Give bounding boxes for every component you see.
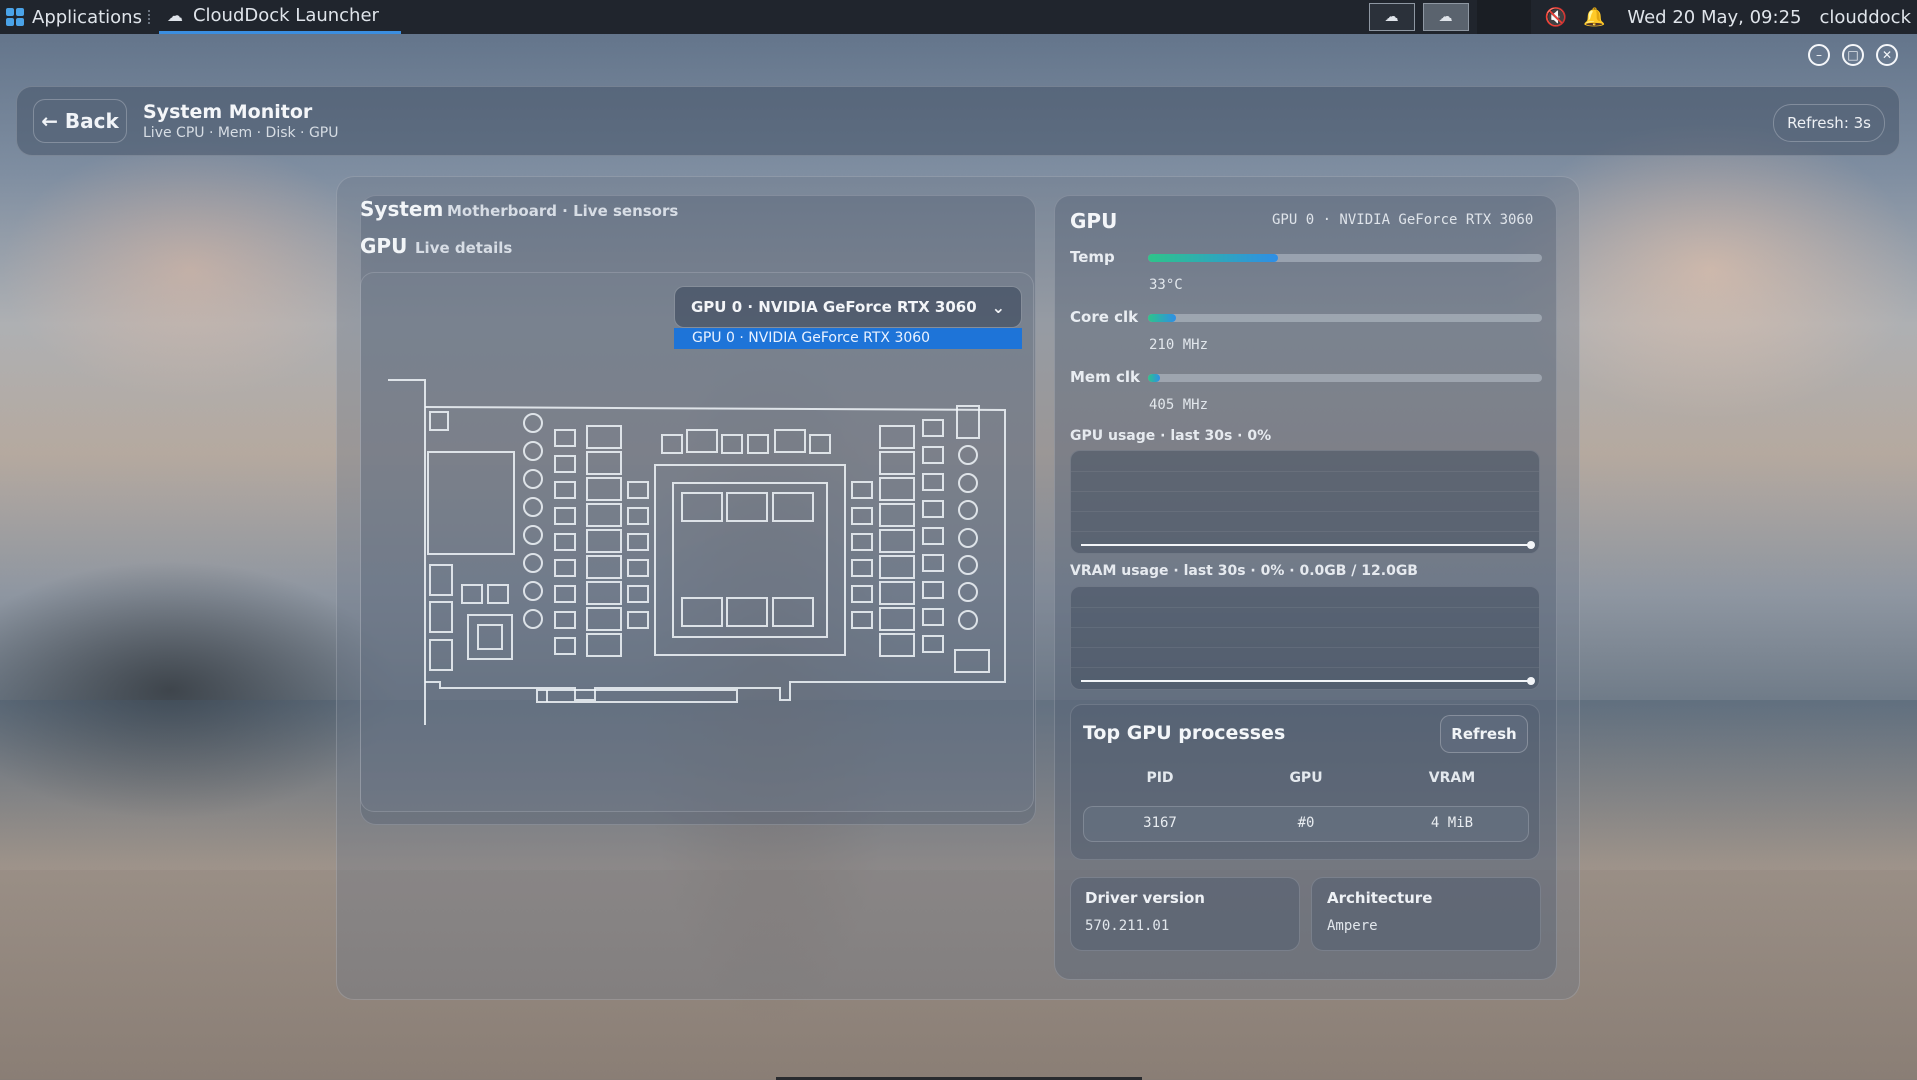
gpu-select[interactable]: GPU 0 · NVIDIA GeForce RTX 3060 ⌄ [674, 286, 1022, 328]
task-label: CloudDock Launcher [192, 5, 379, 26]
username[interactable]: clouddock [1819, 7, 1911, 28]
metric-label-core-clk: Core clk [1070, 308, 1139, 326]
driver-version-value: 570.211.01 [1085, 918, 1170, 934]
metric-label-temp: Temp [1070, 248, 1115, 266]
chart-gridline [1071, 491, 1539, 492]
clock[interactable]: Wed 20 May, 09:25 [1627, 7, 1801, 28]
gpu-processes-title: Top GPU processes [1083, 722, 1286, 744]
core-clk-bar-fill [1148, 314, 1176, 322]
chart-gridline [1071, 471, 1539, 472]
system-title: System [360, 197, 444, 221]
column-header-pid: PID [1146, 770, 1174, 786]
chart-gridline [1071, 667, 1539, 668]
processes-refresh-button[interactable]: Refresh [1440, 715, 1528, 753]
process-pid: 3167 [1143, 815, 1177, 831]
gpu-usage-label: GPU usage · last 30s · 0% [1070, 428, 1272, 444]
task-clouddock-launcher[interactable]: ☁ CloudDock Launcher [158, 0, 401, 34]
architecture-label: Architecture [1327, 889, 1433, 907]
metric-value-mem-clk: 405 MHz [1149, 397, 1209, 413]
graphics-card-diagram [388, 379, 1006, 725]
mem-clk-bar-fill [1148, 374, 1160, 382]
gpu-section-subtitle: Live details [415, 239, 513, 257]
back-button[interactable]: ← Back [33, 99, 127, 143]
close-icon[interactable]: ✕ [1876, 44, 1898, 66]
taskbar-tray: ☁ ☁ 🔇 🔔 Wed 20 May, 09:25 clouddock [1368, 0, 1917, 34]
vram-usage-chart [1070, 586, 1540, 690]
background-glow [0, 140, 380, 400]
mem-clk-bar [1148, 374, 1542, 382]
column-header-gpu: GPU [1289, 770, 1323, 786]
workspace-button-1[interactable]: ☁ [1368, 3, 1415, 31]
mute-icon[interactable]: 🔇 [1545, 7, 1567, 28]
taskbar: Applications ☁ CloudDock Launcher ☁ ☁ 🔇 … [0, 0, 1917, 34]
process-vram: 4 MiB [1430, 815, 1474, 831]
temp-bar [1148, 254, 1542, 262]
app-header: ← Back System Monitor Live CPU · Mem · D… [16, 86, 1900, 156]
metric-label-mem-clk: Mem clk [1070, 368, 1140, 386]
gpu-usage-line [1081, 544, 1531, 546]
applications-menu[interactable]: Applications [0, 0, 142, 34]
chart-gridline [1071, 531, 1539, 532]
refresh-interval-button[interactable]: Refresh: 3s [1773, 104, 1885, 142]
taskbar-spacer [1476, 0, 1531, 34]
process-gpu: #0 [1297, 815, 1315, 831]
chart-gridline [1071, 627, 1539, 628]
applications-label: Applications [32, 6, 142, 28]
driver-version-label: Driver version [1085, 889, 1205, 907]
bell-icon[interactable]: 🔔 [1583, 7, 1605, 28]
vram-usage-point [1527, 677, 1535, 685]
page-title: System Monitor [143, 101, 313, 123]
window-controls: – □ ✕ [1796, 44, 1898, 66]
vram-usage-label: VRAM usage · last 30s · 0% · 0.0GB / 12.… [1070, 563, 1418, 579]
gpu-usage-chart [1070, 450, 1540, 554]
maximize-icon[interactable]: □ [1842, 44, 1864, 66]
cloud-icon: ☁ [166, 6, 183, 25]
temp-bar-fill [1148, 254, 1279, 262]
gpu-section-title: GPU [360, 234, 408, 258]
core-clk-bar [1148, 314, 1542, 322]
architecture-value: Ampere [1327, 918, 1378, 934]
chart-gridline [1071, 647, 1539, 648]
gpu-title: GPU [1070, 209, 1118, 233]
grid-icon [6, 8, 24, 26]
gpu-select-value: GPU 0 · NVIDIA GeForce RTX 3060 [691, 298, 977, 316]
page-subtitle: Live CPU · Mem · Disk · GPU [143, 125, 339, 141]
metric-value-core-clk: 210 MHz [1149, 337, 1209, 353]
chart-gridline [1071, 607, 1539, 608]
metric-value-temp: 33°C [1149, 277, 1183, 293]
gpu-model: GPU 0 · NVIDIA GeForce RTX 3060 [1272, 212, 1534, 228]
vram-usage-line [1081, 680, 1531, 682]
system-subtitle: Motherboard · Live sensors [447, 202, 679, 220]
workspace-button-2[interactable]: ☁ [1422, 3, 1469, 31]
taskbar-separator [147, 10, 153, 24]
chart-gridline [1071, 511, 1539, 512]
gpu-select-option[interactable]: GPU 0 · NVIDIA GeForce RTX 3060 [674, 328, 1022, 349]
column-header-vram: VRAM [1428, 770, 1476, 786]
chevron-down-icon: ⌄ [991, 297, 1005, 317]
gpu-usage-point [1527, 541, 1535, 549]
minimize-icon[interactable]: – [1808, 44, 1830, 66]
